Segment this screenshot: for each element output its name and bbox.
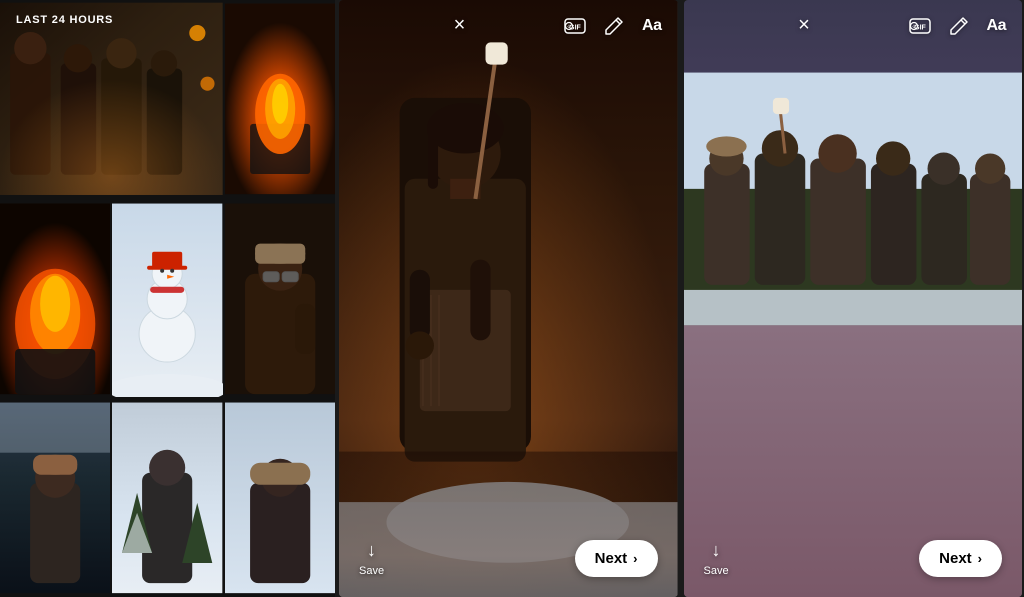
gallery-cell-forest[interactable] [0,399,110,597]
story1-next-chevron: › [633,551,637,566]
story1-save-label: Save [359,565,384,577]
story2-photo-area [684,0,1023,597]
story2-text-icon[interactable]: Aa [987,17,1006,35]
svg-text:GIF: GIF [914,24,926,31]
story1-bottom-bar: ↓ Save Next › [339,524,678,597]
story-panel-1: × GIF Aa [339,0,678,597]
story2-toolbar: × GIF Aa [684,0,1023,51]
gallery-cell-campfire-large[interactable] [0,200,110,398]
story1-close-icon[interactable]: × [355,14,564,37]
story2-close-area[interactable]: × [700,14,909,37]
story1-toolbar-right: GIF Aa [564,15,661,37]
gallery-panel: LAST 24 HOURS [0,0,335,597]
story2-save-icon: ↓ [712,540,721,561]
gallery-cell-snow-trees[interactable] [225,399,335,597]
gallery-grid [0,0,335,597]
story2-next-chevron: › [978,551,982,566]
story1-pen-icon[interactable] [604,16,624,36]
story1-toolbar: × GIF Aa [339,0,678,51]
gallery-cell-campfire-right[interactable] [225,0,335,198]
gallery-cell-snow-scene[interactable] [112,399,222,597]
story2-bottom-bar: ↓ Save Next › [684,524,1023,597]
story1-next-button[interactable]: Next › [575,540,658,577]
story-panel-2: × GIF Aa [684,0,1023,597]
gallery-header-label: LAST 24 HOURS [0,0,129,36]
story1-close-area[interactable]: × [355,14,564,37]
story1-next-label: Next [595,550,628,567]
gallery-cell-selfie[interactable] [225,200,335,398]
gallery-cell-snowman[interactable] [112,200,222,398]
story2-gif-icon[interactable]: GIF [909,15,931,37]
story2-next-label: Next [939,550,972,567]
story2-save-button[interactable]: ↓ Save [704,540,729,577]
story2-toolbar-right: GIF Aa [909,15,1006,37]
story1-photo-area [339,0,678,597]
svg-text:GIF: GIF [569,24,581,31]
story2-close-icon[interactable]: × [700,14,909,37]
story2-next-button[interactable]: Next › [919,540,1002,577]
story1-text-icon[interactable]: Aa [642,17,661,35]
story1-save-button[interactable]: ↓ Save [359,540,384,577]
story2-pen-icon[interactable] [949,16,969,36]
story1-save-icon: ↓ [367,540,376,561]
story2-save-label: Save [704,565,729,577]
story1-gif-icon[interactable]: GIF [564,15,586,37]
